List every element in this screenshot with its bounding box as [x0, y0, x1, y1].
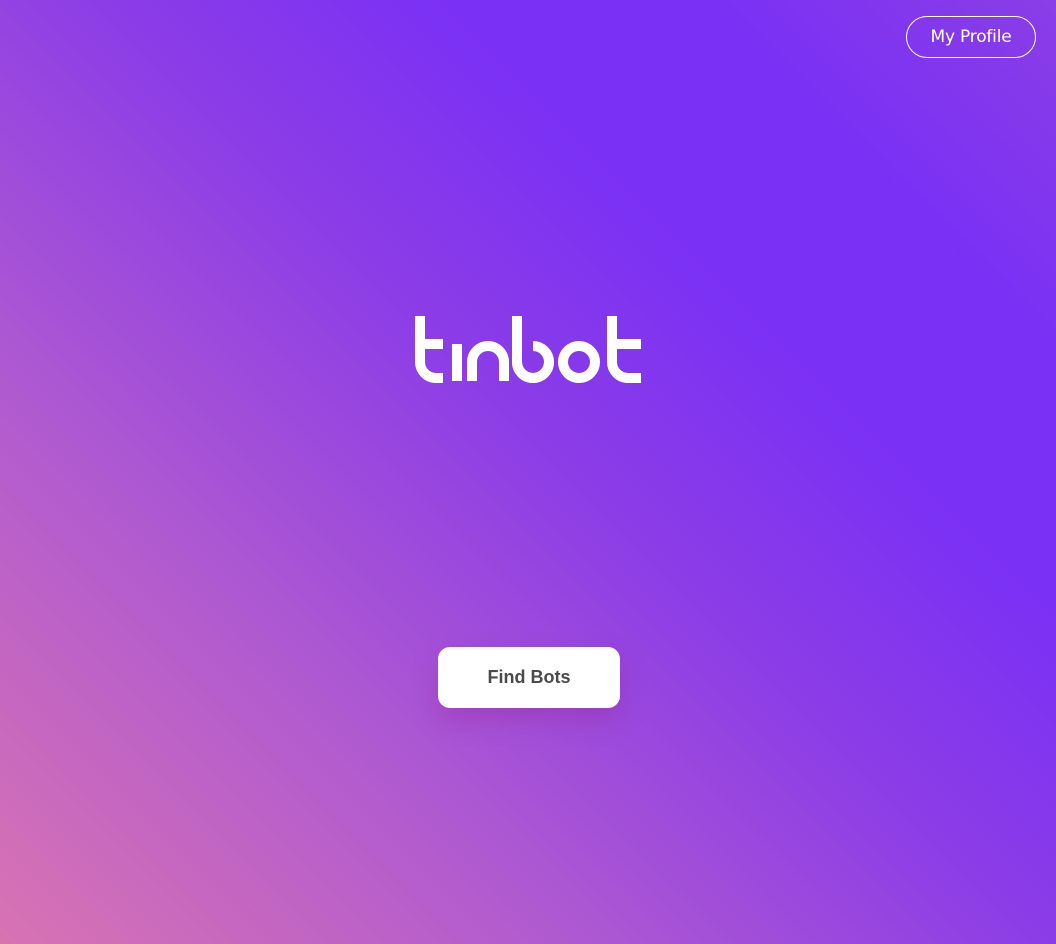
my-profile-button[interactable]: My Profile: [906, 16, 1036, 58]
tinbot-logo-graphic: [415, 316, 641, 383]
find-bots-button[interactable]: Find Bots: [438, 647, 620, 708]
tinbot-logo: tinbot: [412, 312, 644, 384]
